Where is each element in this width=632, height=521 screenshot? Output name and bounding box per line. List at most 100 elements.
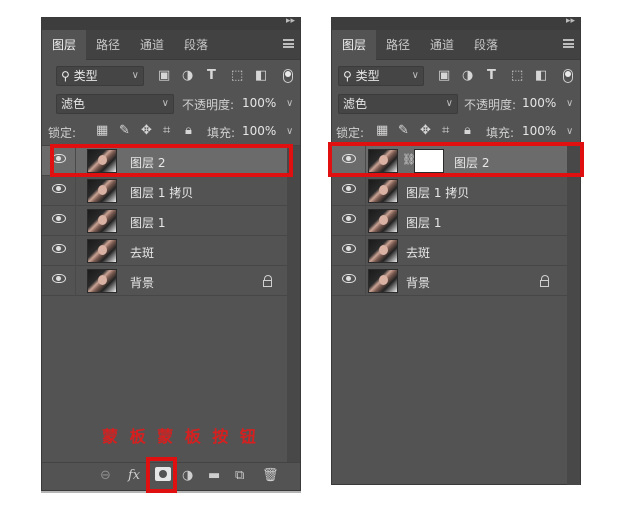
smart-object-filter-icon[interactable]: ◧ [255, 68, 267, 84]
eye-icon[interactable] [52, 244, 66, 253]
visibility-cell[interactable] [332, 266, 366, 296]
opacity-value[interactable]: 100% [242, 96, 276, 110]
layer-thumbnail[interactable] [87, 269, 117, 293]
visibility-cell[interactable] [332, 206, 366, 236]
chevron-down-icon[interactable]: ∨ [566, 126, 573, 137]
panel-menu-icon[interactable] [563, 39, 574, 48]
eye-icon[interactable] [52, 184, 66, 193]
eye-icon[interactable] [342, 214, 356, 223]
new-layer-icon[interactable]: ⧉ [235, 468, 244, 484]
opacity-value[interactable]: 100% [522, 96, 556, 110]
scrollbar[interactable] [567, 146, 580, 485]
lock-pixels-icon[interactable]: ✎ [119, 123, 130, 139]
folder-icon[interactable]: ▬ [208, 468, 220, 484]
lock-transparency-icon[interactable]: ▦ [376, 123, 388, 139]
layer-name[interactable]: 图层 1 拷贝 [406, 184, 469, 201]
lock-pixels-icon[interactable]: ✎ [398, 123, 409, 139]
visibility-cell[interactable] [42, 236, 76, 266]
eye-icon[interactable] [342, 184, 356, 193]
layer-row[interactable]: 去斑 [332, 236, 580, 266]
lock-artboard-icon[interactable]: ⌗ [442, 123, 449, 139]
visibility-cell[interactable] [42, 206, 76, 236]
tab-layers[interactable]: 图层 [332, 29, 377, 60]
search-icon: ⚲ [343, 69, 352, 83]
visibility-cell[interactable] [332, 236, 366, 266]
collapse-panel-icon[interactable]: ▸▸ [286, 16, 295, 26]
layer-thumbnail[interactable] [368, 179, 398, 203]
adjustment-icon[interactable]: ◑ [182, 468, 193, 484]
layer-name[interactable]: 去斑 [406, 244, 430, 261]
filter-toggle[interactable] [283, 69, 293, 83]
chevron-down-icon[interactable]: ∨ [286, 126, 293, 137]
filter-kind-select[interactable]: ⚲ 类型 ∨ [338, 66, 424, 86]
layer-name[interactable]: 图层 1 拷贝 [130, 184, 193, 201]
layer-thumbnail[interactable] [368, 209, 398, 233]
visibility-cell[interactable] [332, 176, 366, 206]
adjustment-filter-icon[interactable]: ◑ [182, 68, 193, 84]
trash-icon[interactable]: 🗑︎ [262, 468, 279, 484]
tab-paths[interactable]: 路径 [376, 30, 420, 60]
lock-position-icon[interactable]: ✥ [141, 123, 152, 139]
filter-toggle[interactable] [563, 69, 573, 83]
smart-object-filter-icon[interactable]: ◧ [535, 68, 547, 84]
lock-all-icon[interactable]: 🔒︎ [185, 123, 192, 139]
fill-value[interactable]: 100% [522, 124, 556, 138]
panel-tabs: 图层 路径 通道 段落 [42, 29, 300, 60]
lock-all-icon[interactable]: 🔒︎ [464, 123, 471, 139]
fill-label: 填充: [486, 126, 515, 140]
shape-filter-icon[interactable]: ⬚ [231, 68, 243, 84]
chevron-down-icon[interactable]: ∨ [566, 98, 573, 109]
scrollbar[interactable] [287, 146, 300, 464]
fx-icon[interactable]: fx [128, 468, 140, 484]
blend-mode-select[interactable]: 滤色 ∨ [56, 94, 174, 114]
layer-row[interactable]: 去斑 [42, 236, 300, 266]
layer-row[interactable]: 背景 [42, 266, 300, 296]
pixel-filter-icon[interactable]: ▣ [438, 68, 450, 84]
visibility-cell[interactable] [42, 176, 76, 206]
chevron-down-icon[interactable]: ∨ [286, 98, 293, 109]
layer-row[interactable]: 背景 [332, 266, 580, 296]
lock-position-icon[interactable]: ✥ [420, 123, 431, 139]
lock-label: 锁定: [48, 126, 77, 140]
collapse-panel-icon[interactable]: ▸▸ [566, 16, 575, 26]
layer-thumbnail[interactable] [368, 239, 398, 263]
layer-thumbnail[interactable] [368, 269, 398, 293]
type-filter-icon[interactable]: T [207, 68, 216, 84]
layer-name[interactable]: 图层 1 [406, 214, 441, 231]
eye-icon[interactable] [52, 214, 66, 223]
tab-channels[interactable]: 通道 [130, 30, 174, 60]
lock-transparency-icon[interactable]: ▦ [96, 123, 108, 139]
eye-icon[interactable] [342, 274, 356, 283]
filter-kind-value: 类型 [73, 69, 98, 83]
eye-icon[interactable] [342, 244, 356, 253]
layer-thumbnail[interactable] [87, 239, 117, 263]
chevron-down-icon: ∨ [131, 70, 139, 81]
panel-menu-icon[interactable] [283, 39, 294, 48]
shape-filter-icon[interactable]: ⬚ [511, 68, 523, 84]
adjustment-filter-icon[interactable]: ◑ [462, 68, 473, 84]
fill-value[interactable]: 100% [242, 124, 276, 138]
layer-name[interactable]: 去斑 [130, 244, 154, 261]
tab-paragraph[interactable]: 段落 [174, 30, 218, 60]
eye-icon[interactable] [52, 274, 66, 283]
layer-row[interactable]: 图层 1 拷贝 [42, 176, 300, 206]
tab-layers[interactable]: 图层 [42, 29, 87, 60]
layer-thumbnail[interactable] [87, 179, 117, 203]
layer-name[interactable]: 背景 [130, 274, 154, 291]
layer-name[interactable]: 图层 1 [130, 214, 165, 231]
pixel-filter-icon[interactable]: ▣ [158, 68, 170, 84]
layer-row[interactable]: 图层 1 拷贝 [332, 176, 580, 206]
filter-kind-select[interactable]: ⚲ 类型 ∨ [56, 66, 144, 86]
layer-thumbnail[interactable] [87, 209, 117, 233]
lock-artboard-icon[interactable]: ⌗ [163, 123, 170, 139]
tab-paths[interactable]: 路径 [86, 30, 130, 60]
tab-paragraph[interactable]: 段落 [464, 30, 508, 60]
link-icon[interactable]: ⊖ [100, 468, 111, 484]
tab-channels[interactable]: 通道 [420, 30, 464, 60]
blend-mode-select[interactable]: 滤色 ∨ [338, 94, 458, 114]
layer-row[interactable]: 图层 1 [42, 206, 300, 236]
layer-row[interactable]: 图层 1 [332, 206, 580, 236]
layer-name[interactable]: 背景 [406, 274, 430, 291]
type-filter-icon[interactable]: T [487, 68, 496, 84]
visibility-cell[interactable] [42, 266, 76, 296]
